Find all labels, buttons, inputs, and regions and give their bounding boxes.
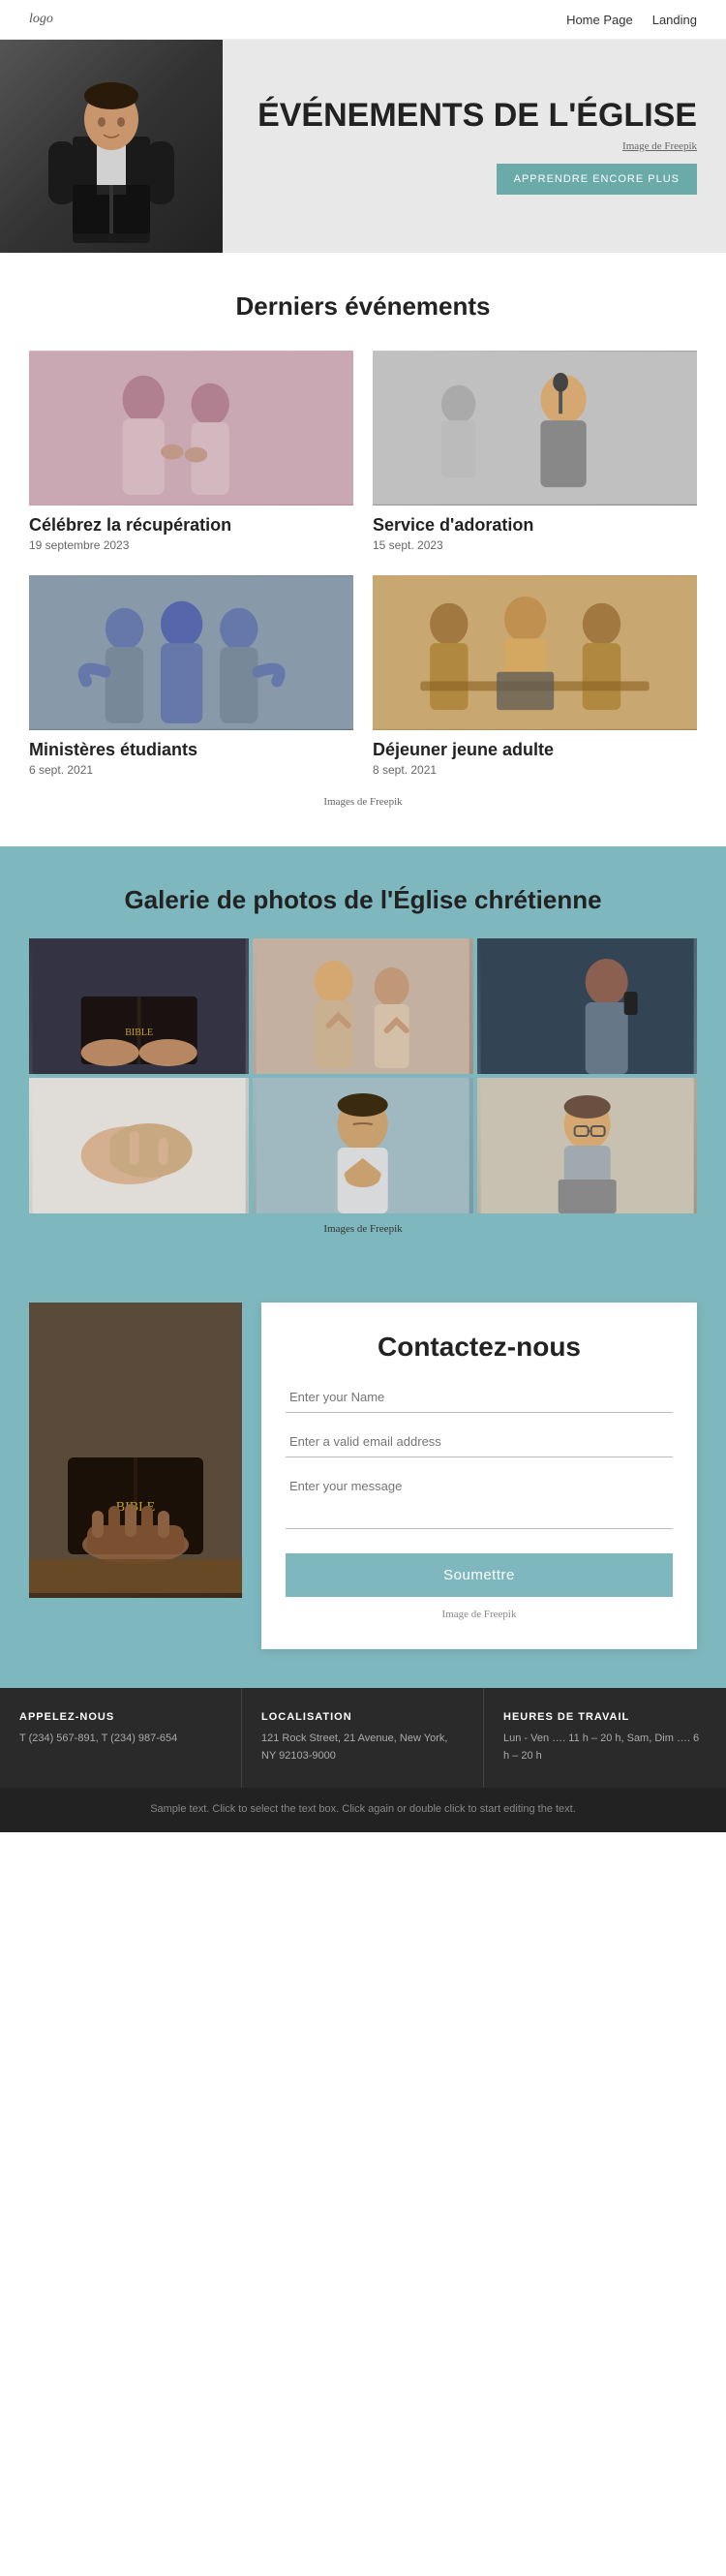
footer-hours-text: Lun - Ven …. 11 h – 20 h, Sam, Dim …. 6 … (503, 1731, 707, 1764)
contact-email-input[interactable] (286, 1426, 673, 1457)
hero-section: ÉVÉNEMENTS DE L'ÉGLISE Image de Freepik … (0, 40, 726, 253)
events-section: Derniers événements Célébrez la récupéra… (0, 253, 726, 846)
event-name-1: Célébrez la récupération (29, 515, 353, 536)
event-item-2: Service d'adoration 15 sept. 2023 (373, 351, 697, 552)
svg-text:BIBLE: BIBLE (125, 1027, 153, 1038)
footer-phone-text: T (234) 567-891, T (234) 987-654 (19, 1731, 222, 1748)
gallery-image-2 (253, 938, 472, 1074)
contact-image-note: Image de Freepik (286, 1609, 673, 1620)
footer-col-phone: APPELEZ-NOUS T (234) 567-891, T (234) 98… (0, 1688, 242, 1788)
gallery-image-4 (29, 1078, 249, 1213)
gallery-section: Galerie de photos de l'Église chrétienne… (0, 846, 726, 1273)
event-date-1: 19 septembre 2023 (29, 538, 353, 552)
contact-image: BIBLE (29, 1303, 242, 1598)
nav-landing[interactable]: Landing (652, 13, 697, 27)
hero-source: Image de Freepik (622, 140, 697, 152)
footer-location-title: LOCALISATION (261, 1711, 464, 1723)
hero-title: ÉVÉNEMENTS DE L'ÉGLISE (257, 98, 697, 134)
events-title: Derniers événements (29, 291, 697, 322)
footer-location-text: 121 Rock Street, 21 Avenue, New York, NY… (261, 1731, 464, 1764)
event-image-2 (373, 351, 697, 506)
logo: logo (29, 12, 53, 27)
event-item-1: Célébrez la récupération 19 septembre 20… (29, 351, 353, 552)
events-grid: Célébrez la récupération 19 septembre 20… (29, 351, 697, 777)
events-freepik-note: Images de Freepik (29, 796, 697, 808)
gallery-freepik-note: Images de Freepik (29, 1223, 697, 1235)
hero-image (0, 40, 223, 253)
footer-sample-text: Sample text. Click to select the text bo… (0, 1788, 726, 1832)
footer-col-hours: HEURES DE TRAVAIL Lun - Ven …. 11 h – 20… (484, 1688, 726, 1788)
hero-cta-button[interactable]: APPRENDRE ENCORE PLUS (497, 164, 697, 195)
footer: APPELEZ-NOUS T (234) 567-891, T (234) 98… (0, 1688, 726, 1788)
event-image-3 (29, 575, 353, 730)
gallery-image-3 (477, 938, 697, 1074)
contact-form-box: Contactez-nous Soumettre Image de Freepi… (261, 1303, 697, 1649)
footer-col-location: LOCALISATION 121 Rock Street, 21 Avenue,… (242, 1688, 484, 1788)
contact-form-title: Contactez-nous (286, 1332, 673, 1363)
event-name-3: Ministères étudiants (29, 740, 353, 760)
gallery-grid: BIBLE (29, 938, 697, 1213)
contact-section: BIBLE Contactez-nous Soumettre Image de … (0, 1273, 726, 1688)
hero-content: ÉVÉNEMENTS DE L'ÉGLISE Image de Freepik … (223, 78, 726, 213)
nav-home[interactable]: Home Page (566, 13, 633, 27)
event-name-4: Déjeuner jeune adulte (373, 740, 697, 760)
event-image-4 (373, 575, 697, 730)
gallery-image-1: BIBLE (29, 938, 249, 1074)
event-date-4: 8 sept. 2021 (373, 763, 697, 777)
footer-hours-title: HEURES DE TRAVAIL (503, 1711, 707, 1723)
navbar: logo Home Page Landing (0, 0, 726, 40)
event-name-2: Service d'adoration (373, 515, 697, 536)
event-image-1 (29, 351, 353, 506)
gallery-image-5 (253, 1078, 472, 1213)
gallery-title: Galerie de photos de l'Église chrétienne (29, 885, 697, 915)
contact-submit-button[interactable]: Soumettre (286, 1553, 673, 1597)
event-date-3: 6 sept. 2021 (29, 763, 353, 777)
gallery-image-6 (477, 1078, 697, 1213)
nav-links: Home Page Landing (566, 13, 697, 27)
event-item-3: Ministères étudiants 6 sept. 2021 (29, 575, 353, 777)
footer-phone-title: APPELEZ-NOUS (19, 1711, 222, 1723)
contact-message-input[interactable] (286, 1471, 673, 1529)
contact-name-input[interactable] (286, 1382, 673, 1413)
event-date-2: 15 sept. 2023 (373, 538, 697, 552)
event-item-4: Déjeuner jeune adulte 8 sept. 2021 (373, 575, 697, 777)
